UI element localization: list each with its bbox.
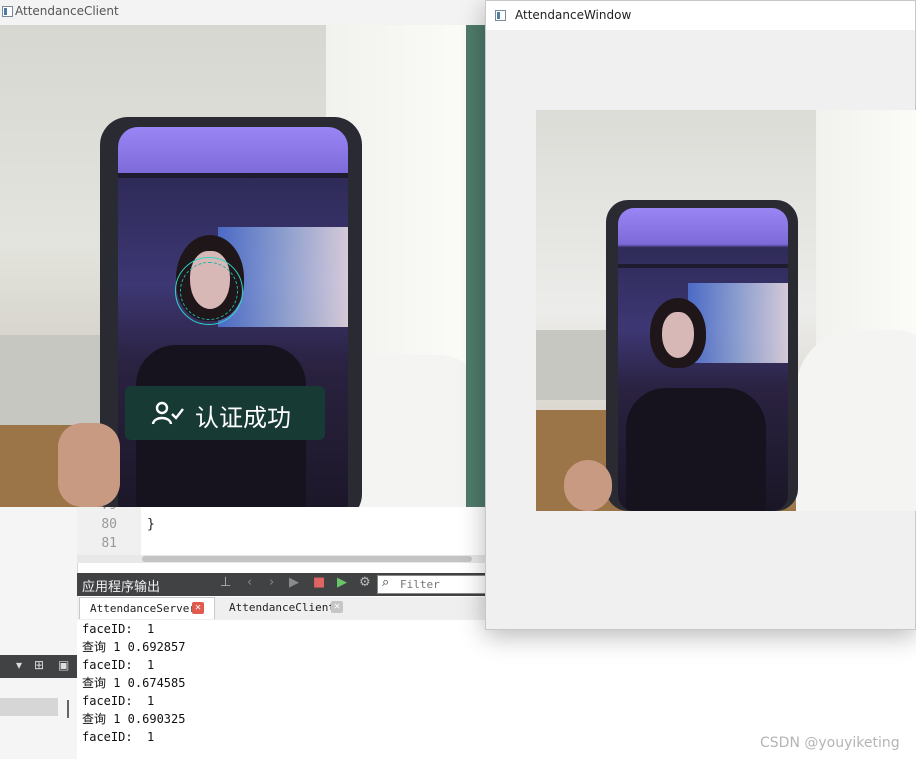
stop-icon[interactable]: ■ <box>313 575 325 590</box>
phone-person-body <box>626 388 766 511</box>
close-panel-icon[interactable]: ▣ <box>58 658 69 672</box>
attendance-titlebar[interactable]: AttendanceWindow <box>486 1 915 30</box>
tab-attendance-server[interactable]: AttendanceServer ✕ <box>79 597 215 619</box>
phone-screen <box>118 127 348 507</box>
console-line: 查询 1 0.674585 <box>82 676 186 690</box>
tab-label: AttendanceServer <box>90 602 196 615</box>
dropdown-arrow-icon[interactable]: ▾ <box>16 658 22 672</box>
output-console[interactable]: faceID: 1 查询 1 0.692857 faceID: 1 查询 1 0… <box>77 620 497 759</box>
client-window-title: AttendanceClient <box>15 4 119 18</box>
project-tree-selected-row[interactable] <box>0 698 58 716</box>
project-panel <box>0 507 78 759</box>
search-icon: ⌕ <box>382 575 390 590</box>
phone-device <box>606 200 798 511</box>
gear-icon[interactable]: ⚙ <box>359 575 371 590</box>
auth-success-toast: 认证成功 <box>125 386 325 440</box>
clear-output-icon[interactable]: ⊥ <box>220 575 231 590</box>
rerun-icon[interactable]: ▶ <box>289 575 299 590</box>
attendance-window-title: AttendanceWindow <box>515 8 632 22</box>
background-person <box>796 330 916 511</box>
line-number: 81 <box>101 536 117 551</box>
console-line: 查询 1 0.690325 <box>82 712 186 726</box>
next-icon[interactable]: › <box>269 575 274 590</box>
project-tree-scrollbar[interactable] <box>67 700 69 718</box>
window-side-strip <box>466 25 485 507</box>
close-icon[interactable]: ✕ <box>331 601 343 613</box>
tab-attendance-client[interactable]: AttendanceClient ✕ <box>219 597 355 619</box>
console-line: faceID: 1 <box>82 730 155 744</box>
split-icon[interactable]: ⊞ <box>34 658 44 672</box>
attendance-window: AttendanceWindow <box>485 0 916 630</box>
console-line: 查询 1 0.692857 <box>82 640 186 654</box>
hand <box>58 423 120 507</box>
tab-label: AttendanceClient <box>229 601 335 614</box>
console-line: faceID: 1 <box>82 622 155 636</box>
attendance-client-window: AttendanceClient 认证成功 <box>0 0 485 507</box>
phone-screen <box>618 208 788 511</box>
face-detection-ring-inner <box>180 262 238 320</box>
code-editor[interactable]: 79 80 81 } <box>77 498 485 555</box>
auth-success-label: 认证成功 <box>195 404 291 432</box>
user-check-icon <box>151 401 184 425</box>
editor-horizontal-scrollbar[interactable] <box>77 555 485 563</box>
phone-menubar <box>118 173 348 178</box>
phone-menubar <box>618 264 788 268</box>
output-tabs: AttendanceServer ✕ AttendanceClient ✕ <box>77 597 485 621</box>
close-icon[interactable]: ✕ <box>192 602 204 614</box>
code-line[interactable]: } <box>147 517 155 532</box>
phone-person-face <box>662 312 694 358</box>
camera-snapshot <box>536 110 916 511</box>
window-icon <box>2 6 13 17</box>
filter-input[interactable] <box>400 577 484 591</box>
output-pane-toolbar: 应用程序输出 ⊥ ‹ › ▶ ■ ▶ ⚙ ⌕ <box>77 573 489 596</box>
watermark: CSDN @youyiketing <box>760 735 900 751</box>
console-line: faceID: 1 <box>82 694 155 708</box>
console-line: faceID: 1 <box>82 658 155 672</box>
window-icon <box>495 10 506 21</box>
attach-debugger-icon[interactable]: ▶ <box>337 575 347 590</box>
previous-icon[interactable]: ‹ <box>247 575 252 590</box>
filter-field[interactable]: ⌕ <box>377 575 489 594</box>
output-pane-title: 应用程序输出 <box>82 580 161 595</box>
client-titlebar[interactable]: AttendanceClient <box>0 0 485 25</box>
line-number: 80 <box>101 517 117 532</box>
project-panel-toolbar: ▾ ⊞ ▣ <box>0 655 77 678</box>
hand <box>564 460 612 511</box>
background-shelf <box>536 330 616 400</box>
scrollbar-thumb[interactable] <box>142 556 472 562</box>
